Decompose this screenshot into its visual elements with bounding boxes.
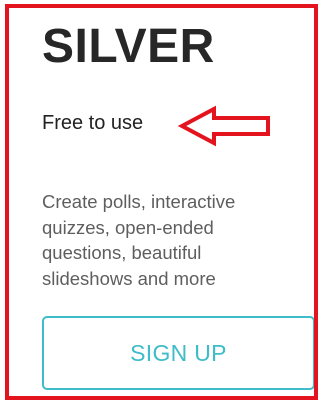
plan-description: Create polls, interactive quizzes, open-… [42,191,236,289]
sign-up-button[interactable]: SIGN UP [42,316,315,390]
plan-title: SILVER [42,20,215,73]
plan-price-label: Free to use [42,112,144,134]
left-arrow-icon [177,105,270,147]
pricing-card-silver: SILVER Free to use Create polls, interac… [0,0,324,405]
